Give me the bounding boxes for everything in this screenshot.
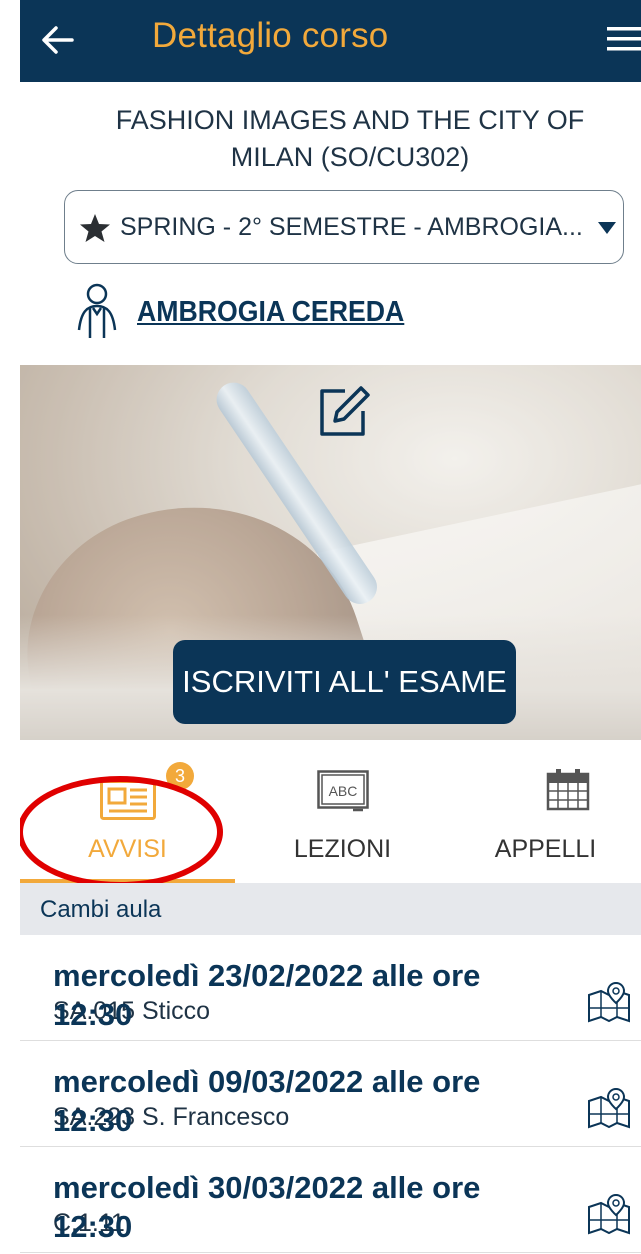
map-pin-icon[interactable] (587, 1193, 631, 1235)
caret-down-icon (598, 222, 616, 234)
tab-appelli-label: APPELLI (494, 835, 597, 863)
app-header: Dettaglio corso (20, 0, 641, 82)
item-date: mercoledì 09/03/2022 alle ore (53, 1064, 481, 1099)
app-screen: Dettaglio corso FASHION IMAGES AND THE C… (20, 0, 641, 1254)
tab-lezioni[interactable]: ABC LEZIONI (235, 740, 450, 883)
section-header: Cambi aula (20, 883, 641, 935)
semester-select[interactable]: SPRING - 2° SEMESTRE - AMBROGIA... (64, 190, 624, 264)
hamburger-menu-icon[interactable] (603, 24, 641, 54)
item-time: 12:30 (53, 997, 133, 1032)
highlight-circle-annotation (20, 776, 223, 888)
item-date: mercoledì 30/03/2022 alle ore (53, 1170, 481, 1205)
arrow-left-icon[interactable] (38, 20, 78, 60)
calendar-icon (546, 769, 590, 811)
room-change-list: mercoledì 23/02/2022 alle ore SA.015 Sti… (20, 935, 641, 1253)
blackboard-abc-icon: ABC (317, 770, 369, 812)
tab-avvisi[interactable]: 3 AVVISI (20, 740, 235, 888)
map-pin-icon[interactable] (587, 981, 631, 1023)
list-item[interactable]: mercoledì 09/03/2022 alle ore SA.223 S. … (20, 1041, 641, 1147)
item-date: mercoledì 23/02/2022 alle ore (53, 958, 481, 993)
course-title-line1: FASHION IMAGES AND THE CITY OF (115, 105, 585, 135)
list-item[interactable]: mercoledì 30/03/2022 alle ore C.1.11 12:… (20, 1147, 641, 1253)
tab-appelli[interactable]: APPELLI (450, 740, 641, 883)
item-time: 12:30 (53, 1103, 133, 1138)
blackboard-text: ABC (329, 783, 358, 799)
list-item[interactable]: mercoledì 23/02/2022 alle ore SA.015 Sti… (20, 935, 641, 1041)
person-icon (77, 283, 117, 338)
page-title: Dettaglio corso (152, 16, 389, 55)
teacher-name-link[interactable]: AMBROGIA CEREDA (137, 296, 404, 329)
item-time: 12:30 (53, 1209, 133, 1244)
section-title: Cambi aula (40, 896, 162, 923)
course-title: FASHION IMAGES AND THE CITY OF MILAN (SO… (20, 102, 641, 176)
map-pin-icon[interactable] (587, 1087, 631, 1129)
exam-signup-button[interactable]: ISCRIVITI ALL' ESAME (173, 640, 516, 724)
tab-lezioni-label: LEZIONI (293, 835, 392, 863)
tab-bar: 3 AVVISI ABC LEZIONI APPELLI (20, 740, 641, 888)
screen-margin (0, 0, 20, 1254)
star-icon (80, 214, 110, 242)
semester-select-value: SPRING - 2° SEMESTRE - AMBROGIA... (120, 213, 583, 241)
course-title-line2: MILAN (SO/CU302) (230, 142, 470, 172)
course-hero-image: ISCRIVITI ALL' ESAME (20, 365, 641, 740)
edit-icon[interactable] (315, 383, 373, 441)
